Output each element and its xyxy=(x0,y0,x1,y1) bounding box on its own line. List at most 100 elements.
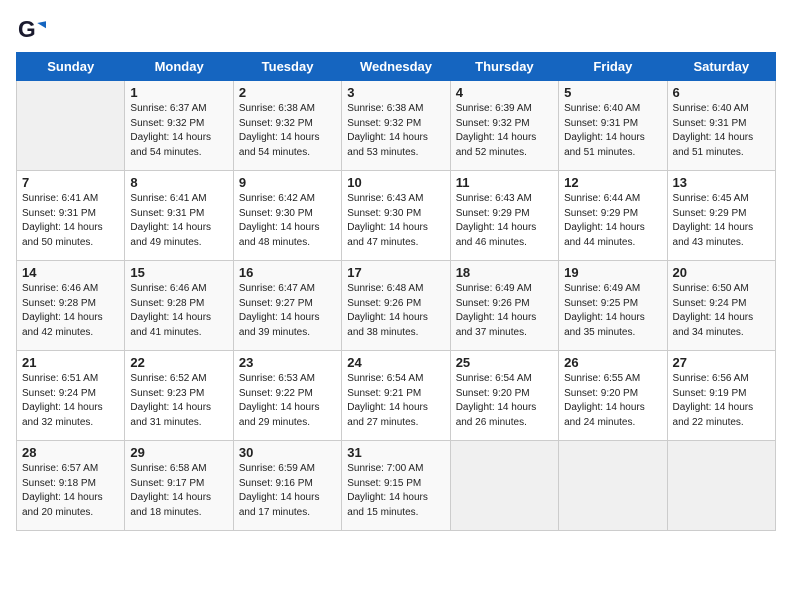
calendar-cell xyxy=(450,441,558,531)
day-number: 4 xyxy=(456,85,553,100)
day-info: Sunrise: 6:37 AM Sunset: 9:32 PM Dayligh… xyxy=(130,102,227,160)
day-number: 14 xyxy=(22,265,119,280)
week-row-3: 14 Sunrise: 6:46 AM Sunset: 9:28 PM Dayli… xyxy=(17,261,776,351)
day-number: 18 xyxy=(456,265,553,280)
calendar-cell: 27 Sunrise: 6:56 AM Sunset: 9:19 PM Dayli… xyxy=(667,351,775,441)
day-number: 1 xyxy=(130,85,227,100)
calendar-cell: 13Sunrise: 6:45 AM Sunset: 9:29 PM Dayli… xyxy=(667,171,775,261)
calendar-cell xyxy=(17,81,125,171)
calendar-cell: 1 Sunrise: 6:37 AM Sunset: 9:32 PM Daylig… xyxy=(125,81,233,171)
day-info: Sunrise: 6:57 AM Sunset: 9:18 PM Dayligh… xyxy=(22,462,119,520)
day-number: 3 xyxy=(347,85,444,100)
day-info: Sunrise: 6:47 AM Sunset: 9:27 PM Dayligh… xyxy=(239,282,336,340)
column-header-sunday: Sunday xyxy=(17,53,125,81)
calendar-cell xyxy=(667,441,775,531)
calendar-cell: 22Sunrise: 6:52 AM Sunset: 9:23 PM Dayli… xyxy=(125,351,233,441)
day-info: Sunrise: 6:43 AM Sunset: 9:30 PM Dayligh… xyxy=(347,192,444,250)
calendar-cell: 5 Sunrise: 6:40 AM Sunset: 9:31 PM Daylig… xyxy=(559,81,667,171)
column-header-friday: Friday xyxy=(559,53,667,81)
calendar-cell: 15 Sunrise: 6:46 AM Sunset: 9:28 PM Dayli… xyxy=(125,261,233,351)
calendar-cell: 14 Sunrise: 6:46 AM Sunset: 9:28 PM Dayli… xyxy=(17,261,125,351)
day-number: 19 xyxy=(564,265,661,280)
day-info: Sunrise: 6:49 AM Sunset: 9:26 PM Dayligh… xyxy=(456,282,553,340)
day-info: Sunrise: 6:40 AM Sunset: 9:31 PM Dayligh… xyxy=(673,102,770,160)
calendar-cell: 6 Sunrise: 6:40 AM Sunset: 9:31 PM Daylig… xyxy=(667,81,775,171)
day-number: 7 xyxy=(22,175,119,190)
day-info: Sunrise: 6:58 AM Sunset: 9:17 PM Dayligh… xyxy=(130,462,227,520)
day-info: Sunrise: 6:55 AM Sunset: 9:20 PM Dayligh… xyxy=(564,372,661,430)
calendar-cell: 20 Sunrise: 6:50 AM Sunset: 9:24 PM Dayli… xyxy=(667,261,775,351)
calendar-cell: 12Sunrise: 6:44 AM Sunset: 9:29 PM Dayli… xyxy=(559,171,667,261)
day-number: 28 xyxy=(22,445,119,460)
column-header-tuesday: Tuesday xyxy=(233,53,341,81)
day-number: 22 xyxy=(130,355,227,370)
day-number: 5 xyxy=(564,85,661,100)
day-info: Sunrise: 6:46 AM Sunset: 9:28 PM Dayligh… xyxy=(130,282,227,340)
calendar-cell: 18 Sunrise: 6:49 AM Sunset: 9:26 PM Dayli… xyxy=(450,261,558,351)
calendar-cell: 23 Sunrise: 6:53 AM Sunset: 9:22 PM Dayli… xyxy=(233,351,341,441)
calendar-cell: 17 Sunrise: 6:48 AM Sunset: 9:26 PM Dayli… xyxy=(342,261,450,351)
day-number: 24 xyxy=(347,355,444,370)
calendar-cell: 2 Sunrise: 6:38 AM Sunset: 9:32 PM Daylig… xyxy=(233,81,341,171)
calendar-cell: 29 Sunrise: 6:58 AM Sunset: 9:17 PM Dayli… xyxy=(125,441,233,531)
day-number: 29 xyxy=(130,445,227,460)
day-number: 6 xyxy=(673,85,770,100)
day-info: Sunrise: 6:53 AM Sunset: 9:22 PM Dayligh… xyxy=(239,372,336,430)
day-number: 15 xyxy=(130,265,227,280)
week-row-4: 21Sunrise: 6:51 AM Sunset: 9:24 PM Dayli… xyxy=(17,351,776,441)
day-info: Sunrise: 6:45 AM Sunset: 9:29 PM Dayligh… xyxy=(673,192,770,250)
calendar-cell: 25Sunrise: 6:54 AM Sunset: 9:20 PM Dayli… xyxy=(450,351,558,441)
day-info: Sunrise: 6:48 AM Sunset: 9:26 PM Dayligh… xyxy=(347,282,444,340)
calendar-cell xyxy=(559,441,667,531)
day-info: Sunrise: 6:54 AM Sunset: 9:20 PM Dayligh… xyxy=(456,372,553,430)
week-row-5: 28 Sunrise: 6:57 AM Sunset: 9:18 PM Dayli… xyxy=(17,441,776,531)
day-info: Sunrise: 6:46 AM Sunset: 9:28 PM Dayligh… xyxy=(22,282,119,340)
week-row-1: 1 Sunrise: 6:37 AM Sunset: 9:32 PM Daylig… xyxy=(17,81,776,171)
calendar-cell: 11 Sunrise: 6:43 AM Sunset: 9:29 PM Dayli… xyxy=(450,171,558,261)
day-number: 10 xyxy=(347,175,444,190)
day-number: 12 xyxy=(564,175,661,190)
day-info: Sunrise: 6:50 AM Sunset: 9:24 PM Dayligh… xyxy=(673,282,770,340)
calendar-table: SundayMondayTuesdayWednesdayThursdayFrid… xyxy=(16,52,776,531)
day-info: Sunrise: 6:38 AM Sunset: 9:32 PM Dayligh… xyxy=(347,102,444,160)
day-number: 2 xyxy=(239,85,336,100)
calendar-cell: 4 Sunrise: 6:39 AM Sunset: 9:32 PM Daylig… xyxy=(450,81,558,171)
column-header-thursday: Thursday xyxy=(450,53,558,81)
column-header-saturday: Saturday xyxy=(667,53,775,81)
day-info: Sunrise: 7:00 AM Sunset: 9:15 PM Dayligh… xyxy=(347,462,444,520)
calendar-cell: 10 Sunrise: 6:43 AM Sunset: 9:30 PM Dayli… xyxy=(342,171,450,261)
day-info: Sunrise: 6:59 AM Sunset: 9:16 PM Dayligh… xyxy=(239,462,336,520)
day-info: Sunrise: 6:39 AM Sunset: 9:32 PM Dayligh… xyxy=(456,102,553,160)
svg-text:G: G xyxy=(18,16,36,42)
calendar-cell: 28 Sunrise: 6:57 AM Sunset: 9:18 PM Dayli… xyxy=(17,441,125,531)
column-header-monday: Monday xyxy=(125,53,233,81)
day-number: 23 xyxy=(239,355,336,370)
column-header-wednesday: Wednesday xyxy=(342,53,450,81)
calendar-cell: 3 Sunrise: 6:38 AM Sunset: 9:32 PM Daylig… xyxy=(342,81,450,171)
day-number: 9 xyxy=(239,175,336,190)
day-number: 17 xyxy=(347,265,444,280)
day-info: Sunrise: 6:56 AM Sunset: 9:19 PM Dayligh… xyxy=(673,372,770,430)
week-row-2: 7Sunrise: 6:41 AM Sunset: 9:31 PM Daylig… xyxy=(17,171,776,261)
calendar-cell: 19 Sunrise: 6:49 AM Sunset: 9:25 PM Dayli… xyxy=(559,261,667,351)
day-info: Sunrise: 6:38 AM Sunset: 9:32 PM Dayligh… xyxy=(239,102,336,160)
day-number: 20 xyxy=(673,265,770,280)
day-number: 30 xyxy=(239,445,336,460)
day-number: 26 xyxy=(564,355,661,370)
day-number: 8 xyxy=(130,175,227,190)
day-info: Sunrise: 6:51 AM Sunset: 9:24 PM Dayligh… xyxy=(22,372,119,430)
logo: G xyxy=(16,16,46,44)
calendar-cell: 21Sunrise: 6:51 AM Sunset: 9:24 PM Dayli… xyxy=(17,351,125,441)
day-info: Sunrise: 6:40 AM Sunset: 9:31 PM Dayligh… xyxy=(564,102,661,160)
day-info: Sunrise: 6:49 AM Sunset: 9:25 PM Dayligh… xyxy=(564,282,661,340)
header-row: SundayMondayTuesdayWednesdayThursdayFrid… xyxy=(17,53,776,81)
day-number: 11 xyxy=(456,175,553,190)
day-number: 31 xyxy=(347,445,444,460)
calendar-cell: 7Sunrise: 6:41 AM Sunset: 9:31 PM Daylig… xyxy=(17,171,125,261)
logo-icon: G xyxy=(18,16,46,44)
calendar-cell: 26 Sunrise: 6:55 AM Sunset: 9:20 PM Dayli… xyxy=(559,351,667,441)
day-number: 27 xyxy=(673,355,770,370)
calendar-cell: 31 Sunrise: 7:00 AM Sunset: 9:15 PM Dayli… xyxy=(342,441,450,531)
day-info: Sunrise: 6:43 AM Sunset: 9:29 PM Dayligh… xyxy=(456,192,553,250)
day-info: Sunrise: 6:54 AM Sunset: 9:21 PM Dayligh… xyxy=(347,372,444,430)
